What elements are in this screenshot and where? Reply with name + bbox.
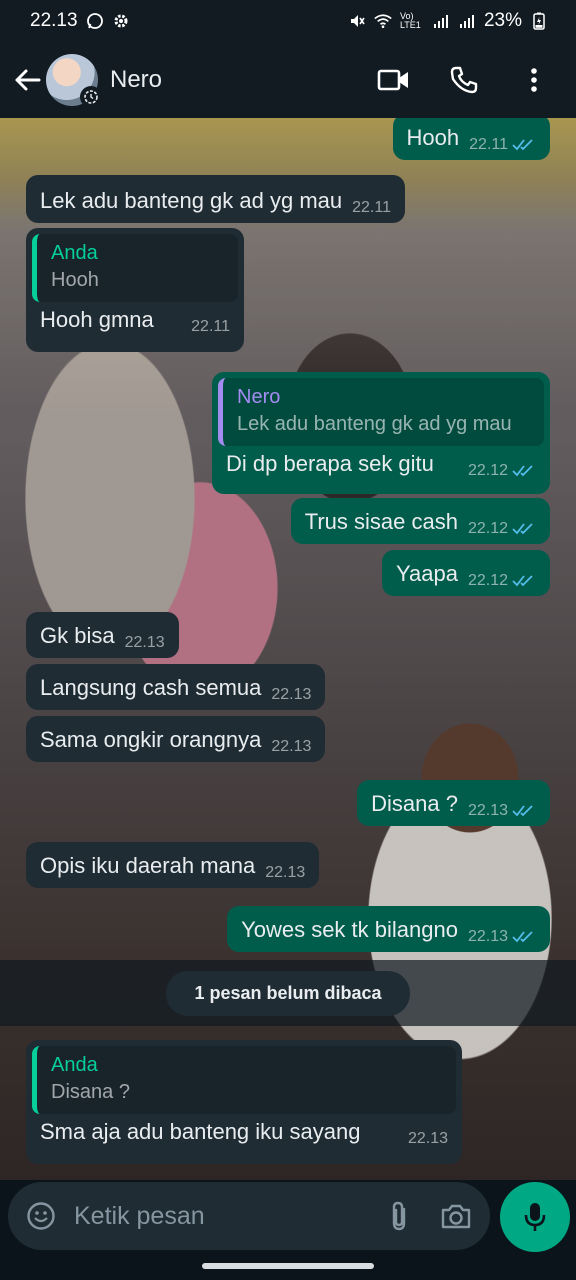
back-arrow-icon[interactable]	[2, 50, 52, 110]
read-ticks-icon	[512, 575, 533, 587]
quoted-message[interactable]: Anda Hooh	[32, 234, 238, 302]
message-text: Langsung cash semua	[40, 675, 262, 700]
unread-banner: 1 pesan belum dibaca	[0, 960, 576, 1026]
status-bar: 22.13 Vo) LTE1 23%	[0, 0, 576, 42]
message-incoming[interactable]: Langsung cash semua 22.13	[26, 664, 326, 710]
message-outgoing[interactable]: Yowes sek tk bilangno 22.13	[227, 906, 550, 952]
status-ring-icon	[80, 86, 102, 108]
mic-button[interactable]	[500, 1182, 570, 1252]
message-outgoing[interactable]: Trus sisae cash 22.12	[290, 498, 550, 544]
message-text: Disana ?	[371, 791, 458, 816]
message-time: 22.12	[467, 572, 508, 589]
settings-gear-icon	[112, 12, 130, 30]
phone-icon[interactable]	[446, 62, 482, 98]
quote-author: Nero	[237, 386, 281, 408]
message-incoming-reply[interactable]: Anda Hooh Hooh gmna 22.11	[26, 228, 244, 352]
message-time: 22.13	[271, 738, 312, 755]
avatar[interactable]	[46, 54, 102, 108]
read-ticks-icon	[512, 805, 533, 817]
message-outgoing[interactable]: Disana ? 22.13	[357, 780, 550, 826]
read-ticks-icon	[512, 465, 533, 477]
message-text: Opis iku daerah mana	[40, 853, 256, 878]
home-handle[interactable]	[202, 1263, 374, 1269]
signal-icon	[432, 12, 450, 30]
message-incoming[interactable]: Lek adu banteng gk ad yg mau 22.11	[26, 175, 405, 223]
message-outgoing-reply[interactable]: Nero Lek adu banteng gk ad yg mau Di dp …	[212, 372, 550, 494]
unread-count-label: 1 pesan belum dibaca	[166, 970, 410, 1016]
video-call-icon[interactable]	[376, 62, 412, 98]
message-text: Lek adu banteng gk ad yg mau	[40, 188, 343, 213]
composer-bar: Ketik pesan	[0, 1180, 576, 1280]
battery-percent: 23%	[483, 10, 522, 31]
more-vert-icon[interactable]	[516, 62, 552, 98]
message-incoming[interactable]: Gk bisa 22.13	[26, 612, 179, 658]
mute-icon	[348, 12, 366, 30]
message-text: Di dp berapa sek gitu	[226, 451, 434, 476]
network-label: Vo) LTE1	[399, 11, 421, 30]
battery-charging-icon	[530, 12, 548, 30]
message-text: Sama ongkir orangnya	[40, 727, 262, 752]
read-ticks-icon	[512, 931, 533, 943]
message-text: Hooh	[406, 125, 460, 150]
message-input[interactable]: Ketik pesan	[8, 1182, 490, 1250]
signal-icon-2	[458, 12, 476, 30]
read-ticks-icon	[512, 139, 533, 151]
message-time: 22.11	[191, 318, 230, 335]
whatsapp-notification-icon	[86, 12, 104, 30]
message-time: 22.13	[124, 634, 165, 651]
message-input-placeholder: Ketik pesan	[74, 1201, 205, 1230]
message-text: Yowes sek tk bilangno	[241, 917, 458, 942]
read-ticks-icon	[512, 523, 533, 535]
status-time: 22.13	[30, 10, 78, 31]
message-time: 22.12	[467, 520, 508, 537]
message-incoming-reply[interactable]: Anda Disana ? Sma aja adu banteng iku sa…	[26, 1040, 462, 1164]
quoted-message[interactable]: Anda Disana ?	[32, 1046, 456, 1114]
message-time: 22.13	[407, 1130, 448, 1147]
message-outgoing[interactable]: Hooh 22.11	[392, 118, 550, 160]
quote-author: Anda	[51, 1054, 98, 1076]
mic-icon	[524, 1201, 546, 1233]
message-text: Sma aja adu banteng iku sayang	[40, 1119, 361, 1144]
message-time: 22.13	[271, 686, 312, 703]
quote-author: Anda	[51, 242, 98, 264]
message-incoming[interactable]: Sama ongkir orangnya 22.13	[26, 716, 326, 762]
contact-name[interactable]: Nero	[110, 66, 162, 94]
emoji-icon[interactable]	[26, 1201, 56, 1231]
quote-text: Disana ?	[51, 1081, 130, 1103]
wifi-icon	[374, 12, 392, 30]
message-time: 22.12	[467, 462, 508, 479]
camera-icon[interactable]	[440, 1202, 472, 1230]
message-text: Trus sisae cash	[304, 509, 458, 534]
attach-icon[interactable]	[388, 1200, 410, 1232]
message-text: Hooh gmna	[40, 307, 154, 332]
quote-text: Lek adu banteng gk ad yg mau	[237, 413, 512, 435]
quoted-message[interactable]: Nero Lek adu banteng gk ad yg mau	[218, 378, 544, 446]
message-outgoing[interactable]: Yaapa 22.12	[381, 550, 550, 596]
message-time: 22.11	[352, 199, 391, 216]
message-text: Gk bisa	[40, 623, 115, 648]
gesture-nav-bar	[0, 1252, 576, 1280]
message-time: 22.13	[265, 864, 306, 881]
message-time: 22.13	[467, 928, 508, 945]
chat-area[interactable]: Hooh 22.11 Lek adu banteng gk ad yg mau …	[0, 118, 576, 1180]
message-text: Yaapa	[395, 561, 458, 586]
message-time: 22.13	[467, 802, 508, 819]
message-incoming[interactable]: Opis iku daerah mana 22.13	[26, 842, 320, 888]
message-time: 22.11	[469, 136, 508, 153]
chat-header: Nero	[0, 42, 576, 118]
quote-text: Hooh	[51, 269, 99, 291]
